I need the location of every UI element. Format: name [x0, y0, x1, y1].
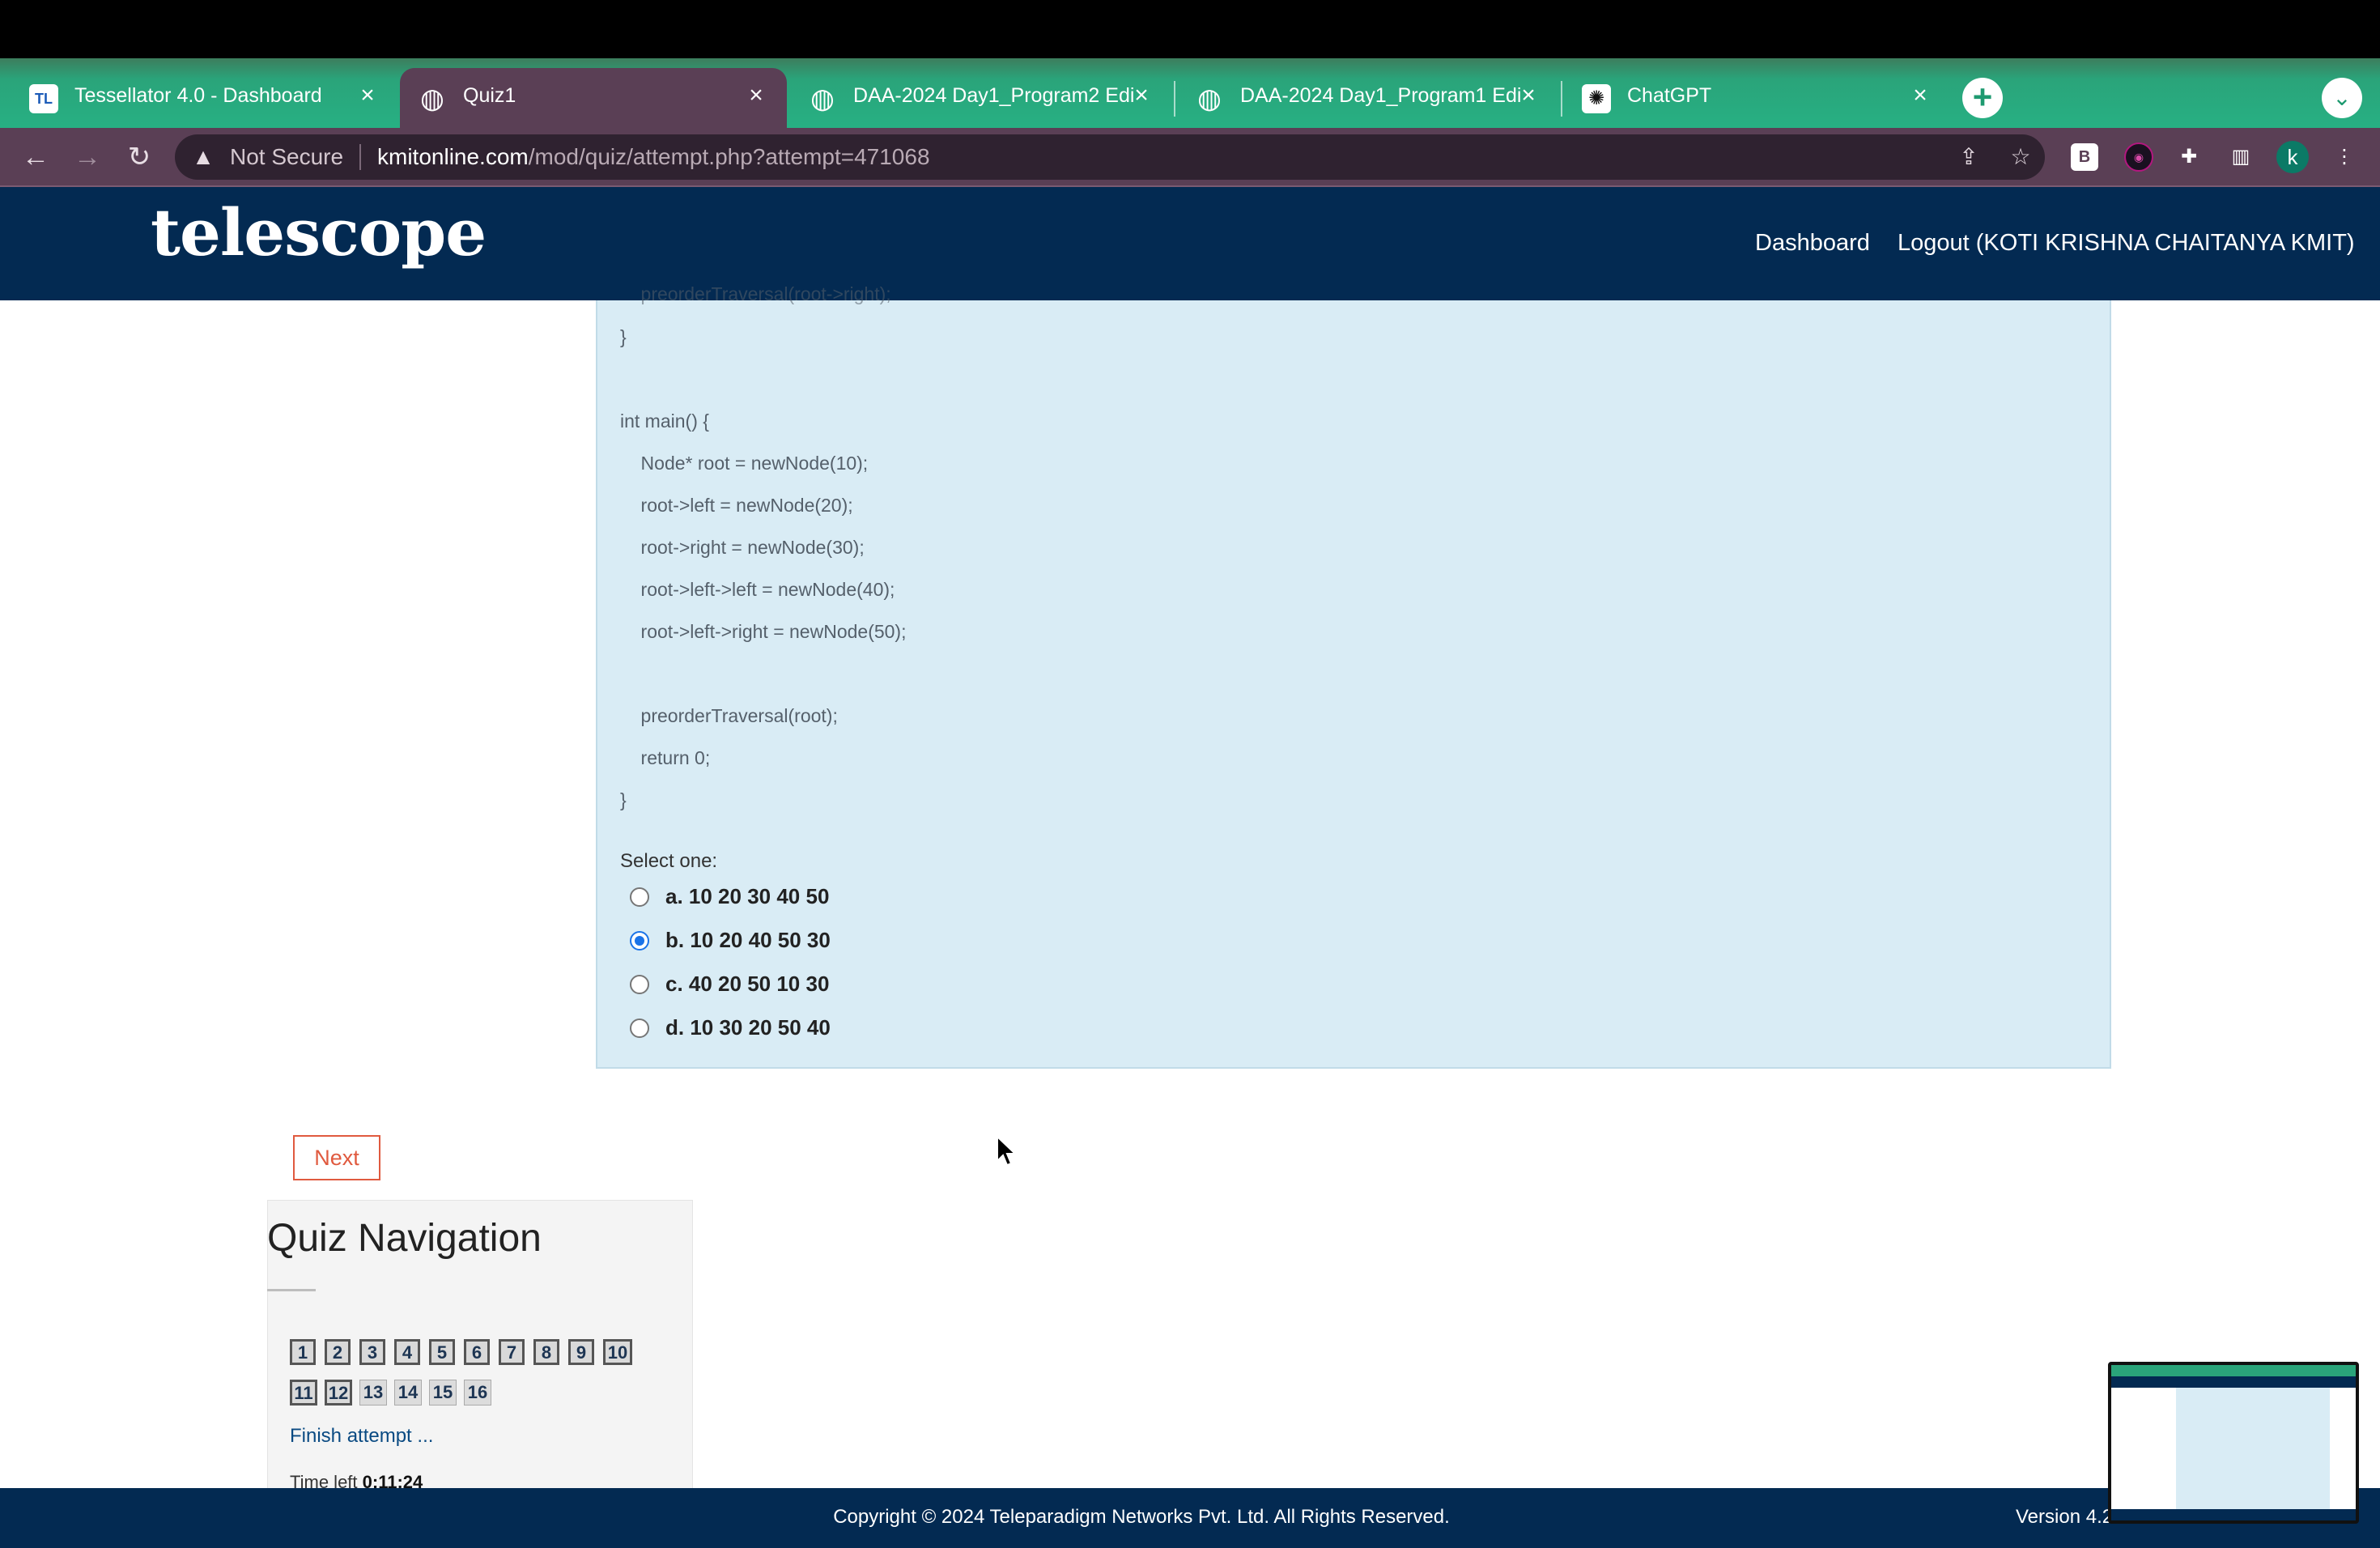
next-button[interactable]: Next — [293, 1135, 380, 1180]
quiz-nav-question-13[interactable]: 13 — [359, 1380, 387, 1406]
security-label[interactable]: Not Secure — [230, 142, 343, 172]
thumbnail-header — [2111, 1376, 2356, 1388]
quiz-nav-question-5[interactable]: 5 — [429, 1339, 455, 1365]
option-label[interactable]: b. 10 20 40 50 30 — [665, 928, 831, 953]
code-line: Node* root = newNode(10); — [620, 453, 869, 474]
extensions-puzzle-icon[interactable]: ✚ — [2173, 141, 2205, 173]
question-panel — [596, 300, 2111, 1069]
title-underline — [267, 1289, 316, 1291]
chatgpt-icon: ✺ — [1582, 84, 1611, 113]
mouse-cursor-icon — [997, 1135, 1018, 1167]
radio-button[interactable] — [630, 887, 649, 907]
tessellator-icon: TL — [29, 84, 58, 113]
globe-icon: ◍ — [810, 83, 835, 114]
bookmark-star-icon[interactable]: ☆ — [2004, 142, 2037, 172]
profile-avatar[interactable]: k — [2276, 141, 2309, 173]
close-icon[interactable]: × — [740, 79, 772, 112]
new-tab-button[interactable]: + — [1962, 78, 2003, 118]
radio-button-selected[interactable] — [630, 931, 649, 950]
close-icon[interactable]: × — [1512, 79, 1545, 112]
code-line: } — [620, 326, 627, 347]
tab-daa-program2[interactable]: ◍ DAA-2024 Day1_Program2 Edi × — [790, 68, 1172, 131]
tab-search-chevron-icon[interactable]: ⌄ — [2322, 78, 2362, 118]
radio-button[interactable] — [630, 975, 649, 994]
back-arrow-icon[interactable]: ← — [16, 138, 55, 176]
code-line: preorderTraversal(root->right); — [620, 283, 891, 304]
share-icon[interactable]: ⇪ — [1953, 142, 1985, 172]
reload-icon[interactable]: ↻ — [120, 138, 159, 176]
nav-dashboard-link[interactable]: Dashboard — [1755, 230, 1870, 257]
quiz-nav-question-12[interactable]: 12 — [325, 1380, 352, 1406]
version-text: Version 4.2 — [2016, 1506, 2114, 1528]
quiz-nav-question-6[interactable]: 6 — [464, 1339, 490, 1365]
quiz-nav-question-16[interactable]: 16 — [464, 1380, 491, 1406]
quiz-nav-question-3[interactable]: 3 — [359, 1339, 385, 1365]
thumbnail-tab-strip — [2111, 1365, 2356, 1376]
forward-arrow-icon[interactable]: → — [68, 138, 107, 176]
tab-daa-program1[interactable]: ◍ DAA-2024 Day1_Program1 Edi × — [1177, 68, 1559, 131]
extension-circle-icon[interactable]: ◉ — [2124, 142, 2153, 172]
quiz-nav-question-14[interactable]: 14 — [394, 1380, 422, 1406]
tab-chatgpt[interactable]: ✺ ChatGPT × — [1564, 68, 1951, 131]
url-text[interactable]: kmitonline.com/mod/quiz/attempt.php?atte… — [377, 142, 930, 172]
quiz-nav-question-15[interactable]: 15 — [429, 1380, 457, 1406]
browser-menu-icon[interactable]: ⋮ — [2328, 141, 2361, 173]
tab-title: DAA-2024 Day1_Program1 Edi — [1240, 84, 1522, 107]
code-line: root->right = newNode(30); — [620, 537, 865, 558]
tab-title: ChatGPT — [1627, 84, 1712, 107]
quiz-nav-question-1[interactable]: 1 — [290, 1339, 316, 1365]
tab-quiz1[interactable]: ◍ Quiz1 × — [400, 68, 787, 131]
window-top-bar — [0, 0, 2380, 58]
tab-title: Tessellator 4.0 - Dashboard — [74, 84, 322, 107]
globe-icon: ◍ — [1197, 83, 1222, 114]
close-icon[interactable]: × — [351, 79, 384, 112]
site-logo[interactable]: telescope — [151, 194, 487, 270]
radio-button[interactable] — [630, 1019, 649, 1038]
nav-logout-link[interactable]: Logout (KOTI KRISHNA CHAITANYA KMIT) — [1898, 230, 2355, 257]
option-label[interactable]: a. 10 20 30 40 50 — [665, 884, 829, 909]
quiz-nav-question-8[interactable]: 8 — [533, 1339, 559, 1365]
quiz-nav-question-7[interactable]: 7 — [499, 1339, 525, 1365]
tab-title: DAA-2024 Day1_Program2 Edi — [853, 84, 1135, 107]
code-line: root->left->right = newNode(50); — [620, 621, 907, 642]
close-icon[interactable]: × — [1904, 79, 1936, 112]
close-icon[interactable]: × — [1125, 79, 1158, 112]
finish-attempt-link[interactable]: Finish attempt ... — [290, 1425, 433, 1448]
option-label[interactable]: d. 10 30 20 50 40 — [665, 1015, 831, 1040]
side-panel-icon[interactable]: ▥ — [2225, 141, 2257, 173]
code-line: int main() { — [620, 410, 709, 432]
quiz-navigation-title: Quiz Navigation — [267, 1217, 542, 1260]
quiz-nav-question-2[interactable]: 2 — [325, 1339, 351, 1365]
code-line: } — [620, 789, 627, 810]
tab-separator — [1174, 81, 1175, 117]
copyright-text: Copyright © 2024 Teleparadigm Networks P… — [833, 1506, 1450, 1528]
screen-thumbnail-preview[interactable] — [2108, 1362, 2359, 1524]
quiz-nav-question-9[interactable]: 9 — [568, 1339, 594, 1365]
thumbnail-footer — [2111, 1509, 2356, 1520]
tab-title: Quiz1 — [463, 84, 516, 107]
option-label[interactable]: c. 40 20 50 10 30 — [665, 972, 829, 997]
quiz-nav-question-11[interactable]: 11 — [290, 1380, 317, 1406]
extension-b-icon[interactable]: B — [2071, 143, 2098, 171]
select-one-label: Select one: — [620, 850, 718, 872]
warning-icon[interactable]: ▲ — [191, 142, 215, 172]
thumbnail-panel — [2176, 1388, 2330, 1509]
code-line: preorderTraversal(root); — [620, 705, 838, 726]
tab-separator — [1561, 81, 1562, 117]
code-line: return 0; — [620, 747, 711, 768]
quiz-nav-question-10[interactable]: 10 — [603, 1339, 632, 1365]
globe-icon: ◍ — [420, 83, 444, 114]
code-line: root->left->left = newNode(40); — [620, 579, 895, 600]
url-path: /mod/quiz/attempt.php?attempt=471068 — [528, 144, 930, 169]
tab-tessellator-dashboard[interactable]: TL Tessellator 4.0 - Dashboard × — [11, 68, 398, 131]
address-divider — [359, 144, 361, 170]
url-host: kmitonline.com — [377, 144, 529, 169]
quiz-nav-question-4[interactable]: 4 — [394, 1339, 420, 1365]
code-line: root->left = newNode(20); — [620, 495, 853, 516]
